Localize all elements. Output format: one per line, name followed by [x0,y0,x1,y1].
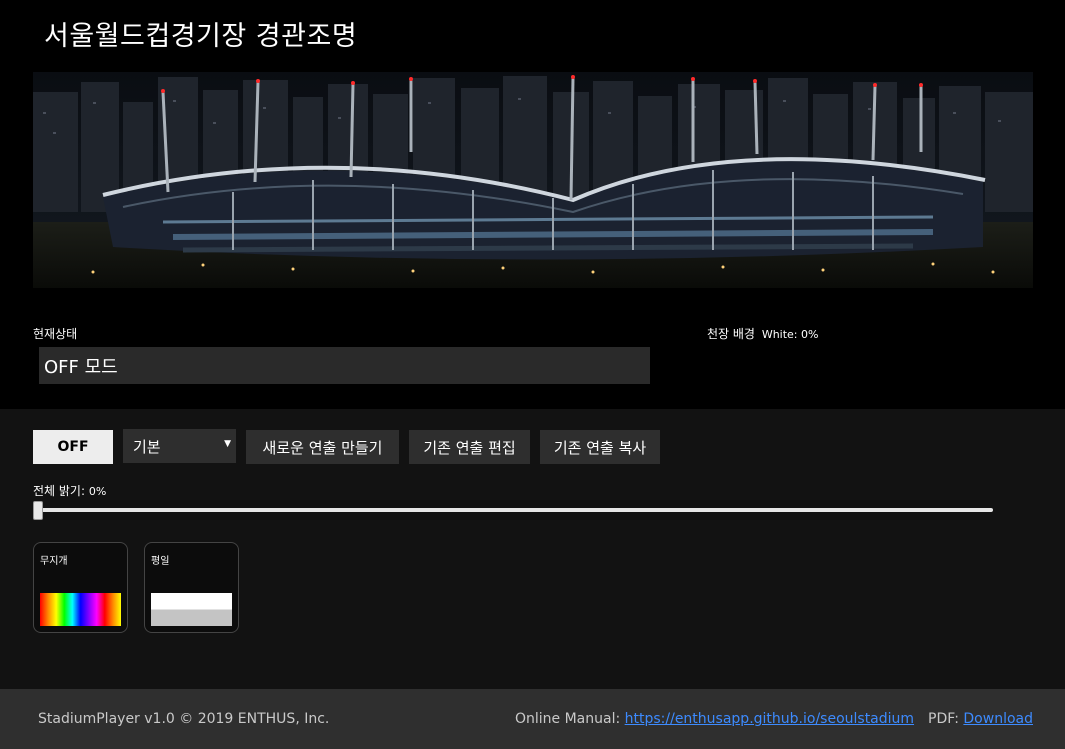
white-swatch [151,593,232,626]
off-button[interactable]: OFF [33,430,113,464]
preset-rainbow[interactable]: 무지개 [33,542,128,633]
new-show-button[interactable]: 새로운 연출 만들기 [246,430,399,464]
status-label: 현재상태 [33,327,78,341]
ceiling-label: 천장 배경 [707,327,755,341]
top-panel: 서울월드컵경기장 경관조명 현재상태 OFF 모드 천장 배경 White: 0… [0,0,1065,409]
footer-links: Online Manual: https://enthusapp.github.… [515,711,1033,727]
manual-label: Online Manual: [514,711,625,727]
dropdown-arrow-icon: ▼ [224,439,231,449]
edit-show-button[interactable]: 기존 연출 편집 [409,430,530,464]
status-display: OFF 모드 [39,347,650,384]
brightness-label-text: 전체 밝기: [33,484,89,498]
pdf-label: PDF: [928,711,964,727]
stadium-image [33,72,1033,288]
page-title: 서울월드컵경기장 경관조명 [44,21,358,52]
controls-panel: OFF 기본 ▼ 새로운 연출 만들기 기존 연출 편집 기존 연출 복사 전체… [0,409,1065,689]
brightness-slider-handle[interactable] [33,501,43,520]
pdf-download-link[interactable]: Download [963,711,1033,727]
mode-select-value: 기본 [133,438,161,456]
brightness-label: 전체 밝기: 0% [33,482,106,499]
rainbow-swatch [40,593,121,626]
brightness-slider[interactable] [37,508,993,512]
mode-select[interactable]: 기본 ▼ [123,429,236,463]
ceiling-background-status: 천장 배경 White: 0% [707,325,818,342]
brightness-value: 0% [88,485,107,498]
preset-label: 무지개 [40,556,68,567]
copyright-text: StadiumPlayer v1.0 © 2019 ENTHUS, Inc. [38,711,330,727]
ceiling-value: White: 0% [761,328,819,341]
footer: StadiumPlayer v1.0 © 2019 ENTHUS, Inc. O… [0,689,1065,749]
manual-link[interactable]: https://enthusapp.github.io/seoulstadium [625,711,914,727]
preset-weekday[interactable]: 평일 [144,542,239,633]
preset-label: 평일 [151,556,170,567]
copy-show-button[interactable]: 기존 연출 복사 [540,430,660,464]
